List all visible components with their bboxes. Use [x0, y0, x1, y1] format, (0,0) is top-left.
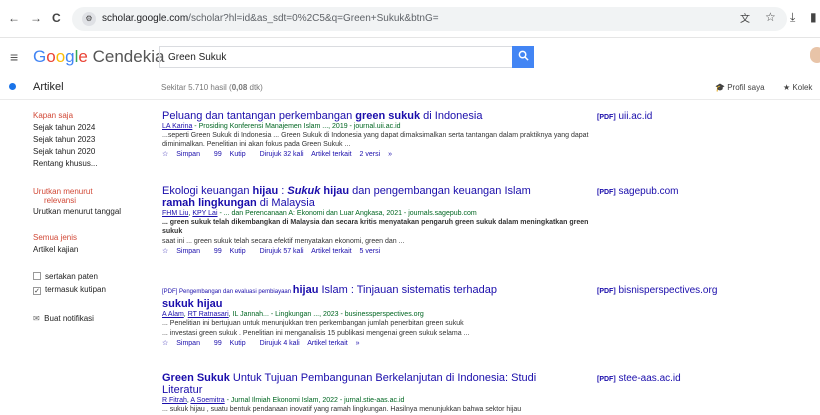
reload-icon[interactable]: C	[52, 11, 61, 25]
result-title-link[interactable]: Green Sukuk Untuk Tujuan Pembangunan Ber…	[162, 372, 592, 396]
browser-toolbar: ← → C ⚙ scholar.google.com/scholar?hl=id…	[0, 0, 820, 38]
result-meta: R Fitrah, A Soemitra - Jurnal Ilmiah Eko…	[162, 397, 405, 404]
sort-by-relevance[interactable]: Urutkan menurut	[33, 187, 93, 196]
sub-header: Artikel Sekitar 5.710 hasil (0,08 dtk) 🎓…	[0, 74, 820, 100]
scholar-header: ≡ Google Cendekia Green Sukuk	[0, 38, 820, 74]
author-link[interactable]: A Soemitra	[190, 397, 224, 404]
avatar[interactable]	[810, 47, 820, 63]
author-link[interactable]: LA Karina	[162, 123, 192, 130]
quote-icon: 99	[213, 340, 222, 347]
forward-icon[interactable]: →	[30, 11, 42, 25]
result-item: Peluang dan tantangan perkembangan green…	[162, 110, 592, 158]
result-snippet: ...seperti Green Sukuk di Indonesia ... …	[162, 132, 589, 148]
graduation-cap-icon: 🎓	[715, 83, 725, 92]
result-item: [PDF] Pengembangan dan evaluasi pembiaya…	[162, 284, 592, 347]
save-button[interactable]: ☆ Simpan	[162, 248, 206, 255]
star-outline-icon: ☆	[162, 340, 169, 347]
download-icon[interactable]: ⤓	[790, 10, 795, 25]
menu-icon[interactable]: ≡	[10, 49, 18, 65]
result-snippet: ... sukuk hijau , suatu bentuk pendanaan…	[162, 406, 522, 413]
sort-by-relevance-cont[interactable]: relevansi	[44, 196, 76, 205]
time-since-2020[interactable]: Sejak tahun 2020	[33, 147, 95, 156]
pdf-link[interactable]: [PDF] sagepub.com	[597, 186, 679, 197]
result-meta: A Alam, RT Ratnasari, IL Jannah... - Lin…	[162, 311, 424, 318]
time-since-2024[interactable]: Sejak tahun 2024	[33, 123, 95, 132]
cite-button[interactable]: 99 Kutip	[214, 151, 252, 158]
cited-by-link[interactable]: Dirujuk 4 kali	[260, 340, 300, 347]
search-input[interactable]: Green Sukuk	[159, 46, 512, 68]
section-title: Artikel	[33, 81, 64, 93]
result-actions: ☆ Simpan 99 Kutip Dirujuk 32 kali Artike…	[162, 150, 592, 158]
search-button[interactable]	[512, 46, 534, 68]
result-snippet: saat ini ... green sukuk telah secara ef…	[162, 238, 405, 245]
result-actions: ☆ Simpan 99 Kutip Dirujuk 57 kali Artike…	[162, 247, 592, 255]
bookmark-star-icon[interactable]: ☆	[765, 10, 776, 24]
sort-by-date[interactable]: Urutkan menurut tanggal	[33, 207, 121, 216]
articles-indicator-icon	[9, 83, 16, 90]
result-item: Ekologi keuangan hijau : Sukuk hijau dan…	[162, 185, 592, 255]
author-link[interactable]: KPY Lai	[192, 210, 217, 217]
translate-icon[interactable]: 文	[740, 10, 750, 25]
result-item: Green Sukuk Untuk Tujuan Pembangunan Ber…	[162, 372, 592, 414]
checkbox-icon	[33, 272, 41, 280]
checkbox-checked-icon: ✓	[33, 287, 41, 295]
more-icon[interactable]: »	[388, 151, 392, 158]
url-text: scholar.google.com/scholar?hl=id&as_sdt=…	[102, 13, 439, 24]
result-meta: LA Karina - Prosiding Konferensi Manajem…	[162, 123, 401, 130]
pdf-link[interactable]: [PDF] stee-aas.ac.id	[597, 373, 681, 384]
result-title-link[interactable]: Peluang dan tantangan perkembangan green…	[162, 110, 592, 122]
cited-by-link[interactable]: Dirujuk 32 kali	[260, 151, 304, 158]
pdf-link[interactable]: [PDF] uii.ac.id	[597, 111, 652, 122]
cited-by-link[interactable]: Dirujuk 57 kali	[260, 248, 304, 255]
author-link[interactable]: R Fitrah	[162, 397, 187, 404]
address-bar[interactable]: ⚙ scholar.google.com/scholar?hl=id&as_sd…	[72, 7, 787, 31]
include-citations-checkbox[interactable]: ✓ termasuk kutipan	[33, 285, 106, 295]
type-all[interactable]: Semua jenis	[33, 233, 77, 242]
related-articles-link[interactable]: Artikel terkait	[311, 151, 351, 158]
my-profile-link[interactable]: 🎓 Profil saya	[715, 83, 765, 92]
more-icon[interactable]: »	[356, 340, 360, 347]
back-icon[interactable]: ←	[8, 11, 20, 25]
related-articles-link[interactable]: Artikel terkait	[307, 340, 347, 347]
search-icon	[518, 50, 529, 61]
related-articles-link[interactable]: Artikel terkait	[311, 248, 351, 255]
time-since-2023[interactable]: Sejak tahun 2023	[33, 135, 95, 144]
cite-button[interactable]: 99 Kutip	[214, 340, 252, 347]
author-link[interactable]: FHM Liu	[162, 210, 188, 217]
result-count: Sekitar 5.710 hasil (0,08 dtk)	[161, 83, 263, 92]
result-title-link[interactable]: [PDF] Pengembangan dan evaluasi pembiaya…	[162, 284, 592, 310]
versions-link[interactable]: 5 versi	[360, 248, 381, 255]
cite-button[interactable]: 99 Kutip	[214, 248, 252, 255]
include-patents-checkbox[interactable]: sertakan paten	[33, 272, 98, 281]
envelope-icon: ✉	[33, 314, 40, 323]
result-actions: ☆ Simpan 99 Kutip Dirujuk 4 kali Artikel…	[162, 339, 592, 347]
site-settings-icon[interactable]: ⚙	[82, 12, 96, 26]
pdf-link[interactable]: [PDF] bisnisperspectives.org	[597, 285, 717, 296]
star-icon: ★	[783, 83, 791, 92]
versions-link[interactable]: 2 versi	[360, 151, 381, 158]
star-outline-icon: ☆	[162, 151, 169, 158]
save-button[interactable]: ☆ Simpan	[162, 151, 206, 158]
time-custom-range[interactable]: Rentang khusus...	[33, 159, 97, 168]
save-button[interactable]: ☆ Simpan	[162, 340, 206, 347]
result-snippet: ... green sukuk telah dikembangkan di Ma…	[162, 219, 589, 235]
sidebar-icon[interactable]: ▮	[810, 10, 817, 24]
result-meta: FHM Liu, KPY Lai - ... dan Perencanaan A…	[162, 210, 477, 217]
quote-icon: 99	[213, 248, 222, 255]
result-snippet: ... Penelitian ini bertujuan untuk menun…	[162, 320, 464, 327]
library-link[interactable]: ★ Kolek	[783, 83, 812, 92]
result-title-link[interactable]: Ekologi keuangan hijau : Sukuk hijau dan…	[162, 185, 592, 209]
result-snippet: ... investasi green sukuk . Penelitian i…	[162, 330, 470, 337]
author-link[interactable]: A Alam	[162, 311, 184, 318]
author-link[interactable]: RT Ratnasari	[188, 311, 229, 318]
type-review[interactable]: Artikel kajian	[33, 245, 78, 254]
time-anytime[interactable]: Kapan saja	[33, 111, 73, 120]
star-outline-icon: ☆	[162, 248, 169, 255]
quote-icon: 99	[213, 151, 222, 158]
scholar-logo[interactable]: Google Cendekia	[33, 47, 164, 67]
create-alert-link[interactable]: ✉ Buat notifikasi	[33, 314, 94, 323]
